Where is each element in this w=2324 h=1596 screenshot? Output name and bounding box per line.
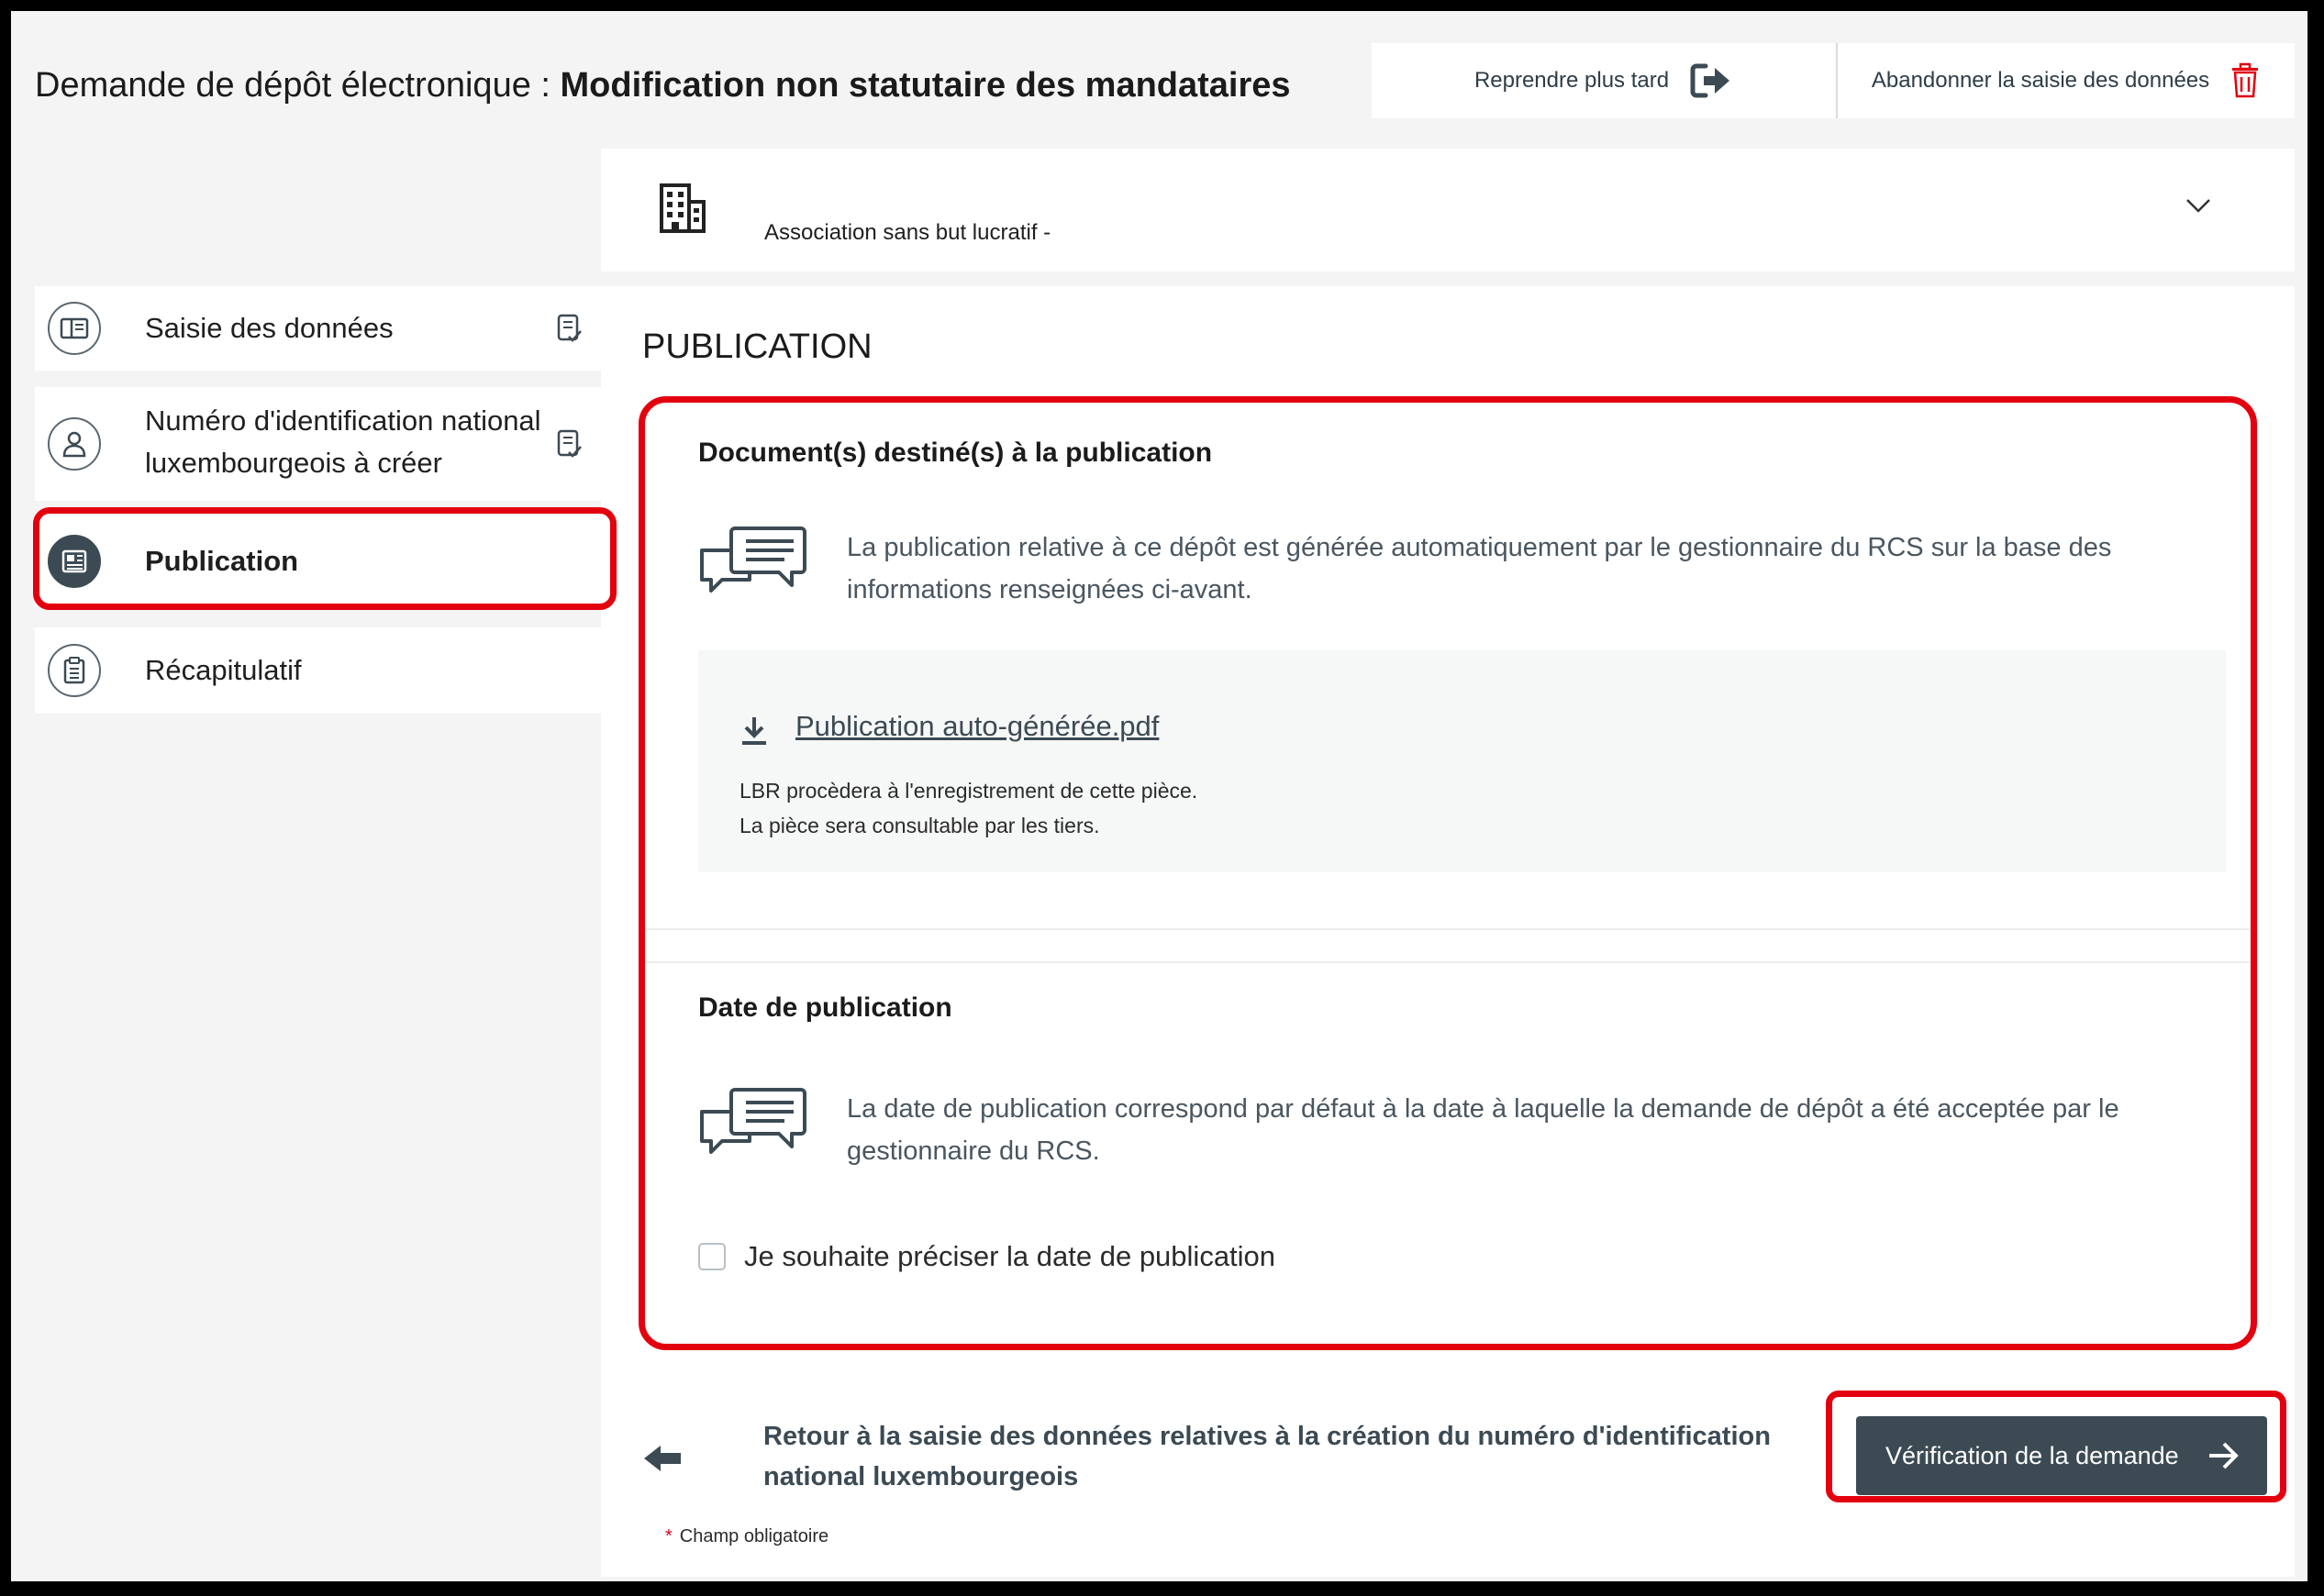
visibility-note: La pièce sera consultable par les tiers. xyxy=(739,814,1100,837)
section-divider xyxy=(645,928,2252,930)
sidebar-item-label: Saisie des données xyxy=(145,312,394,344)
sidebar-item-saisie[interactable]: Saisie des données xyxy=(35,286,601,371)
main-panel: PUBLICATION Document(s) destiné(s) à la … xyxy=(601,286,2295,1577)
date-info-line2: gestionnaire du RCS. xyxy=(847,1136,1100,1166)
verify-request-label: Vérification de la demande xyxy=(1885,1441,2179,1469)
generated-pdf-link[interactable]: Publication auto-générée.pdf xyxy=(795,710,1159,743)
resume-later-button[interactable]: Reprendre plus tard xyxy=(1372,43,1838,118)
required-note-text: Champ obligatoire xyxy=(679,1526,829,1546)
exit-arrow-icon xyxy=(1690,63,1730,98)
page-title: PUBLICATION xyxy=(642,327,873,366)
documents-info-line2: informations renseignées ci-avant. xyxy=(847,575,1252,604)
sidebar-item-label-line2: luxembourgeois à créer xyxy=(145,447,442,479)
heading-procedure: Modification non statutaire des mandatai… xyxy=(560,66,1291,105)
required-marker: * xyxy=(665,1526,673,1546)
specify-date-label[interactable]: Je souhaite préciser la date de publicat… xyxy=(744,1240,1275,1273)
sidebar-item-label-line1: Numéro d'identification national xyxy=(145,405,541,437)
registration-note: LBR procèdera à l'enregistrement de cett… xyxy=(739,779,1198,803)
specify-date-checkbox[interactable] xyxy=(698,1243,726,1270)
chat-bubbles-icon xyxy=(700,1088,806,1154)
app-window: Demande de dépôt électronique : Modifica… xyxy=(11,11,2307,1581)
person-icon xyxy=(48,417,101,471)
abandon-label: Abandonner la saisie des données xyxy=(1871,68,2210,93)
download-box: Publication auto-générée.pdf LBR procède… xyxy=(698,650,2226,872)
heading-prefix: Demande de dépôt électronique : xyxy=(35,66,561,105)
sidebar-item-label: Récapitulatif xyxy=(145,654,302,686)
top-actions-bar: Reprendre plus tard Abandonner la saisie… xyxy=(1372,43,2295,118)
download-icon[interactable] xyxy=(739,715,769,746)
verify-request-button[interactable]: Vérification de la demande xyxy=(1856,1416,2267,1495)
required-field-note: * Champ obligatoire xyxy=(665,1526,828,1547)
arrow-left-icon xyxy=(644,1446,681,1471)
back-link-label[interactable]: Retour à la saisie des données relatives… xyxy=(763,1416,1771,1497)
sidebar-item-recapitulatif[interactable]: Récapitulatif xyxy=(35,627,601,714)
newspaper-icon xyxy=(48,535,101,588)
resume-later-label: Reprendre plus tard xyxy=(1473,68,1670,93)
documents-info-text: La publication relative à ce dépôt est g… xyxy=(847,526,2111,611)
sidebar-item-label: Numéro d'identification national luxembo… xyxy=(145,400,541,484)
abandon-button[interactable]: Abandonner la saisie des données xyxy=(1838,43,2295,118)
specify-date-row[interactable]: Je souhaite préciser la date de publicat… xyxy=(698,1240,1275,1273)
sidebar-item-numero[interactable]: Numéro d'identification national luxembo… xyxy=(35,387,601,501)
document-icon xyxy=(48,302,101,355)
clipboard-icon xyxy=(48,644,101,697)
section-divider xyxy=(645,961,2252,963)
arrow-right-icon xyxy=(2209,1442,2239,1469)
building-icon xyxy=(660,183,706,233)
back-link-line1: Retour à la saisie des données relatives… xyxy=(763,1422,1771,1451)
trash-icon xyxy=(2232,62,2259,98)
entity-name: Association sans but lucratif - xyxy=(764,220,1051,245)
date-info-line1: La date de publication correspond par dé… xyxy=(847,1094,2119,1124)
form-edit-icon xyxy=(557,314,582,342)
date-info-text: La date de publication correspond par dé… xyxy=(847,1088,2119,1172)
date-section-title: Date de publication xyxy=(698,992,952,1023)
sidebar-item-publication[interactable]: Publication xyxy=(35,515,601,607)
page-heading: Demande de dépôt électronique : Modifica… xyxy=(35,66,1291,105)
form-edit-icon xyxy=(557,429,582,458)
entity-selector[interactable]: Association sans but lucratif - xyxy=(601,149,2295,272)
sidebar-item-label: Publication xyxy=(145,545,299,577)
documents-section-title: Document(s) destiné(s) à la publication xyxy=(698,438,1213,468)
back-link-line2: national luxembourgeois xyxy=(763,1462,1079,1491)
chat-bubbles-icon xyxy=(700,526,806,593)
chevron-down-icon[interactable] xyxy=(2185,196,2212,215)
documents-info-line1: La publication relative à ce dépôt est g… xyxy=(847,533,2112,562)
